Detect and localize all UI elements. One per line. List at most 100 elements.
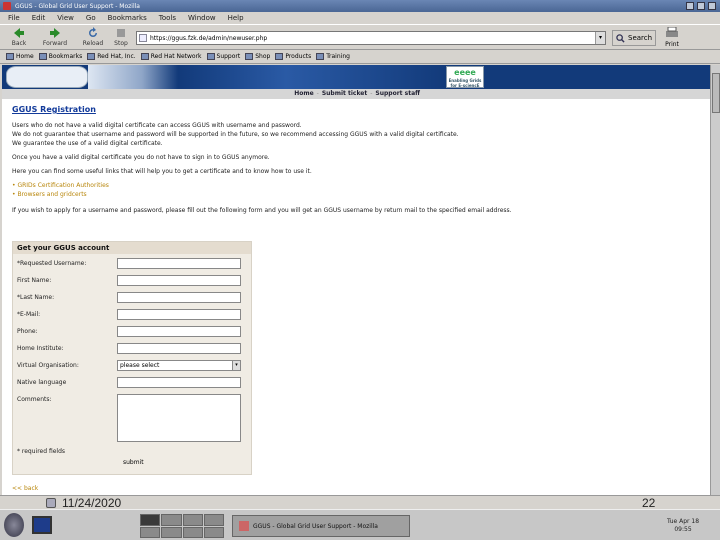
apply-paragraph: If you wish to apply for a username and … xyxy=(12,207,512,214)
submit-button[interactable]: submit xyxy=(119,458,148,467)
window-controls xyxy=(686,2,716,10)
menu-window[interactable]: Window xyxy=(188,14,216,22)
bookmark-redhat-inc-label: Red Hat, Inc. xyxy=(97,53,136,60)
url-bar[interactable]: https://ggus.fzk.de/admin/newuser.php ▾ xyxy=(136,31,606,45)
workspace-pager[interactable] xyxy=(140,514,224,538)
search-icon xyxy=(616,33,625,43)
label-phone: Phone: xyxy=(17,328,38,335)
bookmark-redhat-inc[interactable]: Red Hat, Inc. xyxy=(87,53,136,60)
clock[interactable]: Tue Apr 18 09:55 xyxy=(650,518,716,534)
workspace-3[interactable] xyxy=(182,514,203,526)
banner-swirl xyxy=(88,65,178,89)
bookmark-home[interactable]: Home xyxy=(6,53,34,60)
home-icon xyxy=(6,53,14,60)
page-icon xyxy=(139,34,147,42)
workspace-8[interactable] xyxy=(203,526,224,538)
required-note: * required fields xyxy=(17,448,66,455)
start-menu-icon[interactable] xyxy=(4,513,24,537)
personal-toolbar: Home Bookmarks Red Hat, Inc. Red Hat Net… xyxy=(0,50,720,64)
url-dropdown-icon[interactable]: ▾ xyxy=(595,32,605,44)
taskbar: GGUS - Global Grid User Support - Mozill… xyxy=(0,509,720,540)
menu-help[interactable]: Help xyxy=(228,14,244,22)
printer-icon xyxy=(666,26,678,37)
site-nav: Home - Submit ticket - Support staff xyxy=(2,89,710,99)
bookmark-shop-label: Shop xyxy=(255,53,271,60)
menu-bar: File Edit View Go Bookmarks Tools Window… xyxy=(0,12,720,24)
bookmark-redhat-network-label: Red Hat Network xyxy=(150,53,202,60)
reload-label: Reload xyxy=(82,40,104,47)
security-icon xyxy=(46,498,56,508)
redhat-icon xyxy=(87,53,96,60)
back-button[interactable]: Back xyxy=(4,27,34,49)
ggus-logo xyxy=(6,66,88,88)
task-label: GGUS - Global Grid User Support - Mozill… xyxy=(253,522,378,530)
stop-button[interactable]: Stop xyxy=(106,27,136,49)
search-button[interactable]: Search xyxy=(612,30,656,46)
home-institute-input[interactable] xyxy=(117,343,241,354)
registration-text: GGUS Registration Users who do not have … xyxy=(12,105,702,220)
menu-go[interactable]: Go xyxy=(86,14,96,22)
bookmark-shop[interactable]: Shop xyxy=(245,53,270,60)
workspace-1[interactable] xyxy=(140,514,161,526)
menu-bookmarks[interactable]: Bookmarks xyxy=(108,14,147,22)
menu-file[interactable]: File xyxy=(8,14,20,22)
nav-home[interactable]: Home xyxy=(294,90,313,97)
scrollbar-thumb[interactable] xyxy=(712,73,720,113)
print-label: Print xyxy=(665,41,679,48)
menu-tools[interactable]: Tools xyxy=(159,14,176,22)
bookmark-bookmarks[interactable]: Bookmarks xyxy=(38,53,82,60)
forward-button[interactable]: Forward xyxy=(40,27,70,49)
close-button[interactable] xyxy=(708,2,716,10)
print-button[interactable]: Print xyxy=(660,26,684,49)
workspace-7[interactable] xyxy=(182,526,203,538)
workspace-2[interactable] xyxy=(161,514,182,526)
select-arrow-icon: ▾ xyxy=(232,361,240,370)
vo-select[interactable]: please select ▾ xyxy=(117,360,241,371)
bookmark-home-label: Home xyxy=(16,53,34,60)
menu-edit[interactable]: Edit xyxy=(32,14,46,22)
nav-support-staff[interactable]: Support staff xyxy=(375,90,420,97)
label-comments: Comments: xyxy=(17,396,52,403)
links-paragraph: Here you can find some useful links that… xyxy=(12,168,312,175)
username-input[interactable] xyxy=(117,258,241,269)
label-username: *Requested Username: xyxy=(17,260,87,267)
mozilla-task-icon xyxy=(239,521,249,531)
bookmark-training[interactable]: Training xyxy=(316,53,350,60)
vertical-scrollbar[interactable] xyxy=(710,65,720,495)
label-home-institute: Home Institute: xyxy=(17,345,64,352)
back-link[interactable]: << back xyxy=(12,485,38,492)
slide-date: 11/24/2020 xyxy=(62,496,122,510)
search-label: Search xyxy=(628,34,653,42)
workspace-5[interactable] xyxy=(140,526,161,538)
clock-day: Tue Apr 18 xyxy=(666,518,700,525)
workspace-4[interactable] xyxy=(203,514,224,526)
bookmark-support[interactable]: Support xyxy=(206,53,240,60)
bookmarks-icon xyxy=(38,53,47,60)
window-title-bar[interactable]: GGUS - Global Grid User Support - Mozill… xyxy=(0,0,720,12)
minimize-button[interactable] xyxy=(686,2,694,10)
reload-button[interactable]: Reload xyxy=(78,27,108,49)
page-title: GGUS Registration xyxy=(12,105,96,114)
bookmark-products-label: Products xyxy=(285,53,312,60)
email-input[interactable] xyxy=(117,309,241,320)
taskbar-mozilla-window[interactable]: GGUS - Global Grid User Support - Mozill… xyxy=(232,515,410,537)
form-heading: Get your GGUS account xyxy=(13,242,251,254)
bookmark-products[interactable]: Products xyxy=(275,53,311,60)
maximize-button[interactable] xyxy=(697,2,705,10)
link-browsers[interactable]: • Browsers and gridcerts xyxy=(12,190,702,199)
intro-paragraph: Users who do not have a valid digital ce… xyxy=(12,122,459,147)
training-icon xyxy=(316,53,325,60)
nav-submit-ticket[interactable]: Submit ticket xyxy=(322,90,367,97)
terminal-icon[interactable] xyxy=(32,516,52,534)
last-name-input[interactable] xyxy=(117,292,241,303)
menu-view[interactable]: View xyxy=(57,14,74,22)
first-name-input[interactable] xyxy=(117,275,241,286)
workspace-6[interactable] xyxy=(161,526,182,538)
native-language-input[interactable] xyxy=(117,377,241,388)
bookmark-training-label: Training xyxy=(326,53,350,60)
back-label: Back xyxy=(11,40,27,47)
phone-input[interactable] xyxy=(117,326,241,337)
link-ca[interactable]: • GRIDs Certification Authorities xyxy=(12,181,702,190)
comments-textarea[interactable] xyxy=(117,394,241,442)
bookmark-redhat-network[interactable]: Red Hat Network xyxy=(140,53,202,60)
